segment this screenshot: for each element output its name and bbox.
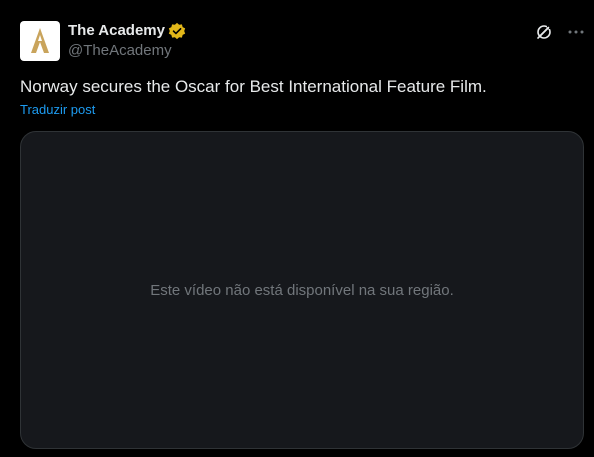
author-display-name[interactable]: The Academy [68, 21, 165, 41]
post-card[interactable]: The Academy @TheAcademy Norway secures t… [0, 0, 594, 457]
author-handle[interactable]: @TheAcademy [68, 41, 186, 61]
grok-icon[interactable] [534, 22, 554, 42]
oscar-logo-icon [31, 28, 49, 53]
verified-badge-icon[interactable] [168, 22, 186, 40]
post-header: The Academy @TheAcademy [20, 21, 586, 61]
header-actions [534, 21, 586, 43]
video-unavailable-message: Este vídeo não está disponível na sua re… [150, 281, 454, 299]
author-names: The Academy @TheAcademy [68, 21, 186, 61]
translate-post-link[interactable]: Traduzir post [20, 102, 95, 118]
media-container[interactable]: Este vídeo não está disponível na sua re… [20, 131, 584, 449]
more-icon[interactable] [566, 22, 586, 42]
author-name-row: The Academy [68, 21, 186, 41]
post-text: Norway secures the Oscar for Best Intern… [20, 77, 487, 96]
avatar[interactable] [20, 21, 60, 61]
